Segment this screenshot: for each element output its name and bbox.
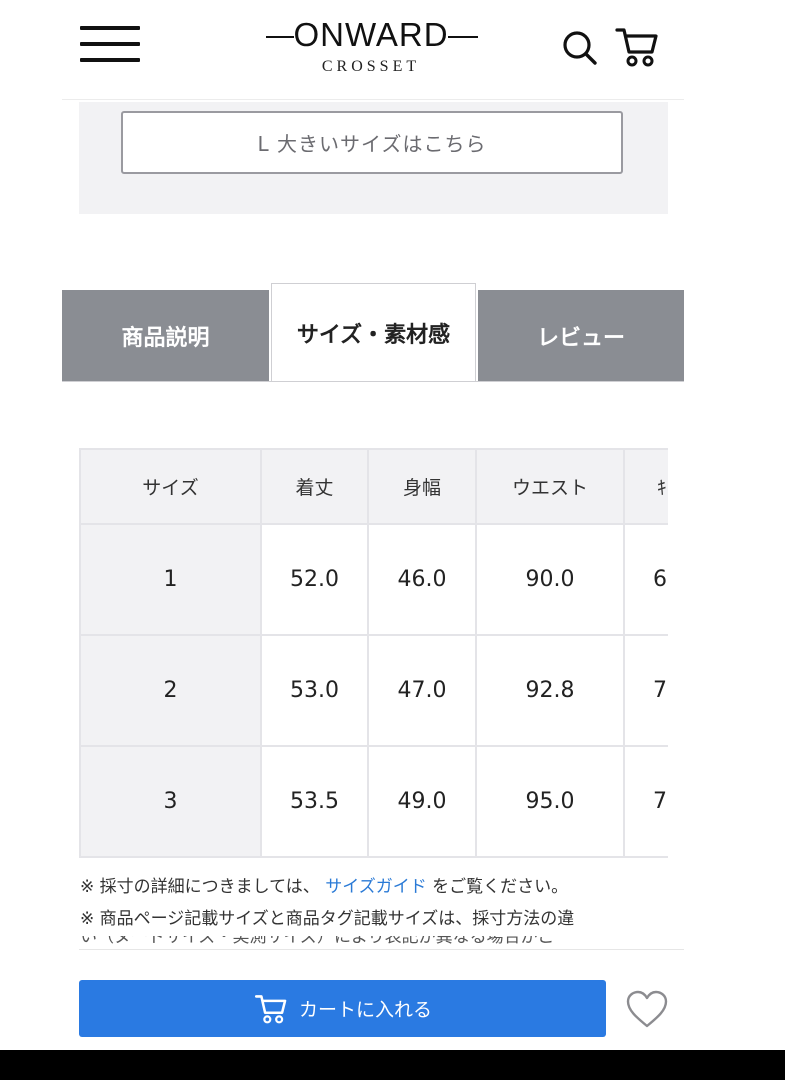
table-header-cell: ｷ bbox=[623, 448, 668, 525]
table-cell: 7 bbox=[623, 745, 668, 858]
table-cell: 90.0 bbox=[475, 523, 625, 636]
note-size-guide: ※ 採寸の詳細につきましては、 サイズガイド をご覧ください。 bbox=[80, 876, 680, 898]
note-text: をご覧ください。 bbox=[432, 877, 569, 897]
hamburger-line bbox=[80, 26, 140, 30]
table-cell: 53.0 bbox=[260, 634, 369, 747]
table-cell: 49.0 bbox=[367, 745, 477, 858]
table-cell: 95.0 bbox=[475, 745, 625, 858]
tabs-baseline bbox=[62, 381, 684, 382]
table-cell: 47.0 bbox=[367, 634, 477, 747]
tab-product-description[interactable]: 商品説明 bbox=[62, 290, 269, 382]
cart-icon bbox=[254, 994, 287, 1023]
search-icon[interactable] bbox=[560, 28, 600, 68]
bottom-bar-divider bbox=[79, 949, 684, 950]
size-table-scroll[interactable]: サイズ 着丈 身幅 ウエスト ｷ 1 52.0 46.0 90.0 6 2 53… bbox=[79, 448, 668, 858]
heart-icon[interactable] bbox=[624, 988, 670, 1030]
table-header-cell: ウエスト bbox=[475, 448, 625, 525]
tab-size-material[interactable]: サイズ・素材感 bbox=[271, 283, 476, 382]
screen-edge bbox=[780, 0, 785, 1050]
table-cell: 53.5 bbox=[260, 745, 369, 858]
large-size-button[interactable]: L 大きいサイズはこちら bbox=[121, 111, 623, 174]
size-cell: 1 bbox=[79, 523, 262, 636]
logo-sub-text: CROSSET bbox=[321, 58, 421, 75]
bottom-frame bbox=[0, 1050, 785, 1080]
size-cell: 3 bbox=[79, 745, 262, 858]
cart-icon[interactable] bbox=[614, 24, 660, 70]
hamburger-line bbox=[80, 58, 140, 62]
table-header-cell: 着丈 bbox=[260, 448, 369, 525]
table-header-row: サイズ 着丈 身幅 ウエスト ｷ bbox=[79, 448, 668, 525]
table-cell: 92.8 bbox=[475, 634, 625, 747]
table-row: 3 53.5 49.0 95.0 7 bbox=[79, 745, 668, 858]
hamburger-menu-icon[interactable] bbox=[80, 24, 142, 64]
size-cell: 2 bbox=[79, 634, 262, 747]
table-row: 1 52.0 46.0 90.0 6 bbox=[79, 523, 668, 636]
table-cell: 46.0 bbox=[367, 523, 477, 636]
add-to-cart-label: カートに入れる bbox=[298, 999, 432, 1021]
add-to-cart-button[interactable]: カートに入れる bbox=[79, 980, 606, 1037]
note-text: ※ 採寸の詳細につきましては、 bbox=[80, 877, 320, 897]
tab-review[interactable]: レビュー bbox=[478, 290, 684, 382]
header-divider bbox=[62, 99, 684, 100]
table-row: 2 53.0 47.0 92.8 7 bbox=[79, 634, 668, 747]
table-cell: 6 bbox=[623, 523, 668, 636]
hamburger-line bbox=[80, 42, 140, 46]
note-truncated: い（ヌードサイズ・実測サイズ）により表記が異なる場合がご bbox=[80, 936, 680, 948]
size-guide-link[interactable]: サイズガイド bbox=[325, 877, 427, 897]
brand-logo[interactable]: ONWARD CROSSET bbox=[262, 14, 480, 84]
table-cell: 7 bbox=[623, 634, 668, 747]
table-header-cell: サイズ bbox=[79, 448, 262, 525]
logo-rule-right bbox=[448, 36, 478, 38]
table-cell: 52.0 bbox=[260, 523, 369, 636]
logo-main-text: ONWARD bbox=[293, 16, 449, 53]
note-truncated-text: い（ヌードサイズ・実測サイズ）により表記が異なる場合がご bbox=[80, 936, 555, 947]
table-header-cell: 身幅 bbox=[367, 448, 477, 525]
note-size-difference: ※ 商品ページ記載サイズと商品タグ記載サイズは、採寸方法の違 bbox=[80, 909, 575, 929]
size-table: サイズ 着丈 身幅 ウエスト ｷ 1 52.0 46.0 90.0 6 2 53… bbox=[79, 448, 668, 858]
